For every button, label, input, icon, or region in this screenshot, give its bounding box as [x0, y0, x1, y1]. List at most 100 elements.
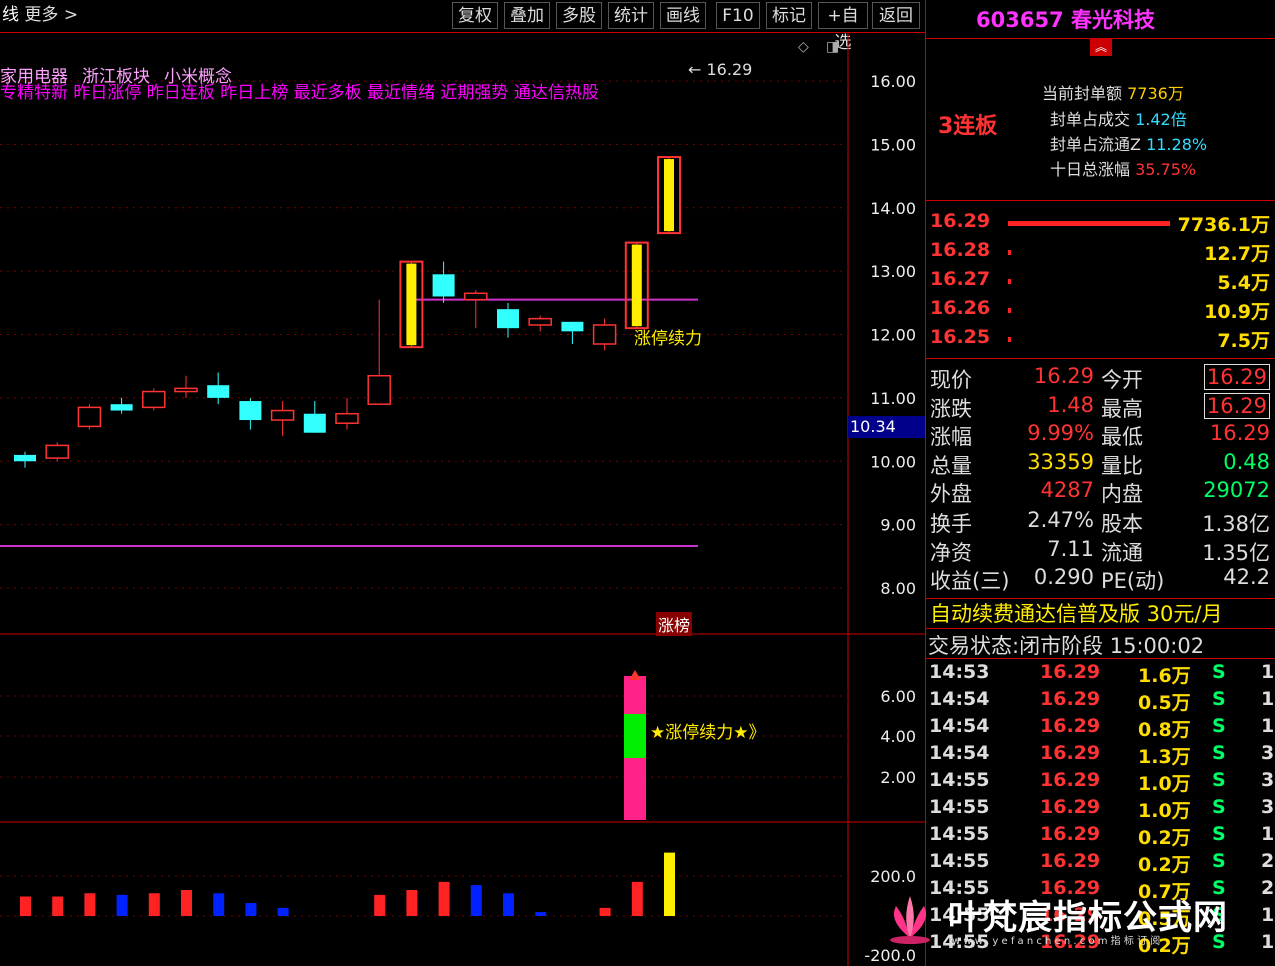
quote-label: 换手 [930, 512, 972, 536]
arrow-icon: ← [688, 60, 702, 79]
quote-value: 16.29 [1209, 421, 1270, 445]
quote-label: 流通 [1101, 540, 1143, 565]
bid-row[interactable]: 16.28 12.7万 [926, 239, 1274, 267]
tick-price: 16.29 [1040, 688, 1101, 710]
quote-value: 16.29 [1033, 364, 1094, 388]
bid-row[interactable]: 16.25 7.5万 [926, 326, 1274, 354]
candle-body [207, 385, 230, 398]
quote-value: 1.35亿 [1202, 540, 1270, 565]
tick-time: 14:54 [929, 742, 990, 764]
quote-value: 4287 [1040, 478, 1094, 502]
tick-count: 2 [1261, 850, 1275, 872]
price-axis-label: 12.00 [870, 326, 916, 345]
tick-count: 3 [1261, 796, 1275, 818]
volume-bar [470, 885, 482, 916]
bid-row[interactable]: 16.29 7736.1万 [926, 210, 1274, 238]
quote-row: 总量 33359 量比 0.48 [926, 450, 1274, 478]
quote-value: 9.99% [1027, 421, 1094, 445]
bid-volume-bar [1008, 250, 1011, 255]
chart-icon: 线 [2, 5, 19, 25]
tick-side: S [1212, 823, 1226, 845]
candle-body [497, 309, 519, 329]
seal-row-4: 十日总涨幅 35.75% [1050, 160, 1197, 179]
bid-row[interactable]: 16.27 5.4万 [926, 268, 1274, 296]
volume-bar [213, 893, 225, 916]
quote-row: 涨跌 1.48 最高 16.29 [926, 392, 1274, 421]
toolbar-button[interactable]: F10 [716, 2, 760, 29]
tick-price: 16.29 [1040, 715, 1101, 737]
volume-bar [181, 890, 192, 916]
limit-up-candle-fill [406, 263, 417, 346]
toolbar-button[interactable]: 叠加 [504, 2, 550, 29]
price-axis-label: 8.00 [880, 579, 916, 598]
tick-time: 14:53 [929, 661, 990, 683]
bid-volume: 10.9万 [1204, 301, 1270, 323]
price-axis-label: 13.00 [870, 262, 916, 281]
seal-row-2: 封单占成交 1.42倍 [1050, 110, 1187, 129]
more-menu-button[interactable]: 线 更多 > [2, 2, 78, 29]
limit-continue-annotation: 涨停续力 [634, 329, 702, 349]
quote-row: 收益(三) 0.290 PE(动) 42.2 [926, 565, 1274, 593]
bid-price: 16.28 [930, 239, 991, 261]
candle-body [464, 292, 488, 301]
bid-volume: 7736.1万 [1177, 214, 1270, 236]
limit-up-candle-fill [664, 159, 674, 232]
diamond-icon[interactable]: ◇ [798, 39, 809, 55]
toolbar-button[interactable]: 多股 [556, 2, 602, 29]
volume-bar [148, 893, 160, 916]
bid-row[interactable]: 16.26 10.9万 [926, 297, 1274, 325]
price-axis-label: 11.00 [870, 389, 916, 408]
tick-volume: 0.2万 [1138, 854, 1191, 876]
toolbar-button[interactable]: 返回 [872, 2, 920, 29]
stock-name: 春光科技 [1070, 8, 1155, 32]
promo-banner[interactable]: 自动续费通达信普及版 30元/月 [930, 598, 1222, 628]
high-price-marker: ← 16.29 [688, 60, 752, 79]
toolbar-button[interactable]: 画线 [660, 2, 706, 29]
indicator-label: ★涨停续力★》 [650, 723, 766, 743]
bid-price: 16.27 [930, 268, 991, 290]
bid-volume: 5.4万 [1217, 272, 1270, 294]
quote-label: 量比 [1101, 453, 1143, 478]
volume-axis-label: -200.0 [864, 946, 916, 965]
toolbar-button[interactable]: 统计 [608, 2, 654, 29]
toolbar-button[interactable]: 标记 [766, 2, 812, 29]
tick-side: S [1212, 742, 1226, 764]
indicator-axis-label: 4.00 [880, 727, 916, 746]
tick-side: S [1212, 715, 1226, 737]
high-price-value: 16.29 [706, 60, 753, 79]
volume-bar [438, 881, 450, 916]
collapse-up-icon[interactable]: ︽ [1090, 38, 1112, 56]
quote-label: 股本 [1101, 512, 1143, 536]
tick-side: S [1212, 661, 1226, 683]
divider [926, 658, 1275, 659]
bid-volume-bar [1008, 221, 1170, 226]
tick-side: S [1212, 769, 1226, 791]
volume-bar [631, 881, 643, 916]
volume-bar [84, 893, 96, 916]
tick-volume: 0.8万 [1138, 719, 1191, 741]
tick-side: S [1212, 796, 1226, 818]
quote-value: 16.29 [1203, 364, 1270, 390]
quote-label: 净资 [930, 540, 972, 565]
quote-label: 内盘 [1101, 482, 1143, 506]
tick-price: 16.29 [1040, 823, 1101, 845]
quote-label: 最高 [1101, 396, 1143, 421]
volume-axis-label: 200.0 [870, 867, 916, 886]
quote-panel: 603657 春光科技 ︽ 3连板 当前封单额 7736万 封单占成交 1.42… [925, 0, 1275, 966]
more-label: 更多 [24, 5, 59, 25]
watermark-subtitle: w w w . y e f a n c h e n . c o m 指 标 订 … [952, 936, 1161, 947]
tick-volume: 1.6万 [1138, 665, 1191, 687]
toolbar-button[interactable]: 复权 [452, 2, 498, 29]
candle-body [77, 406, 102, 428]
candle-body [592, 324, 617, 345]
feature-tags: 专精特新 昨日涨停 昨日连板 昨日上榜 最近多板 最近情绪 近期强势 通达信热股 [0, 83, 599, 103]
tick-volume: 0.5万 [1138, 692, 1191, 714]
tick-time: 14:55 [929, 850, 990, 872]
tick-row: 14:53 16.29 1.6万 S 1 [926, 661, 1275, 688]
panel-toggle-icon[interactable]: ◨ [826, 39, 839, 55]
kline-chart[interactable]: 16.00 15.00 14.00 13.00 12.00 11.00 10.00 9.00 8… [0, 33, 925, 966]
seal-row-1: 当前封单额 7736万 [1042, 84, 1184, 103]
quote-label: 最低 [1101, 425, 1143, 449]
toolbar-button[interactable]: +自选 [818, 2, 868, 53]
quote-row: 外盘 4287 内盘 29072 [926, 478, 1274, 506]
